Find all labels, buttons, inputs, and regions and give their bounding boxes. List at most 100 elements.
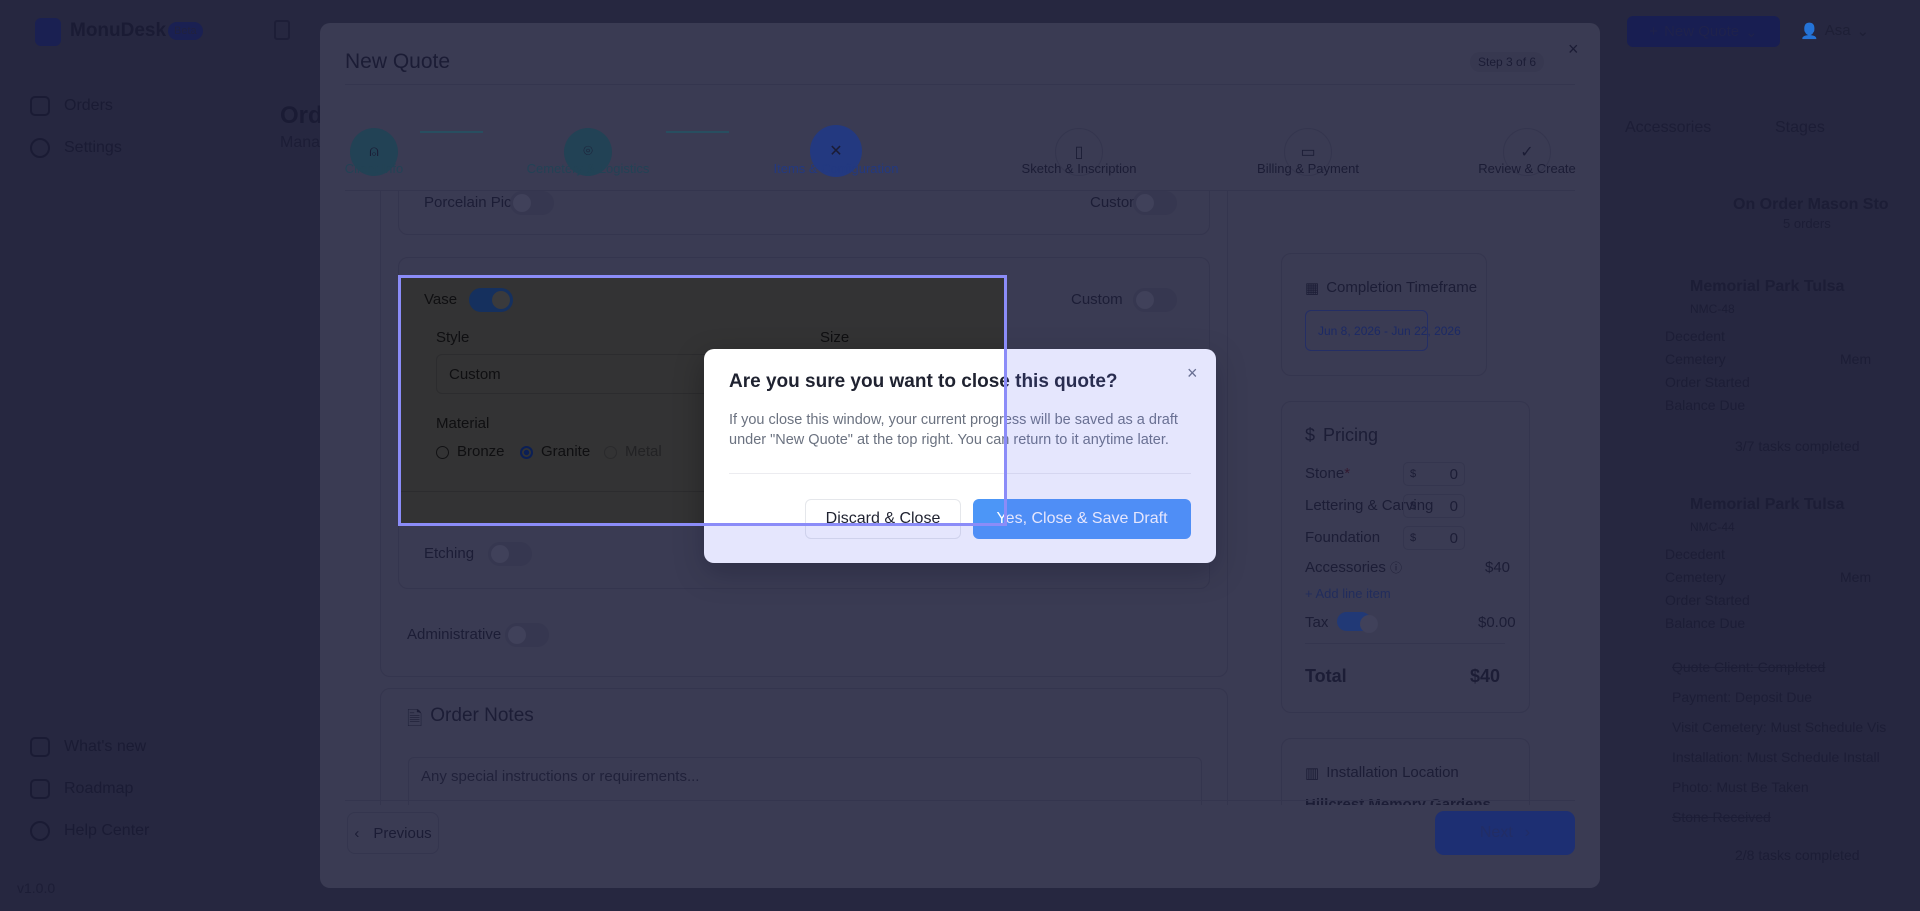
field-label: Decedent	[1665, 328, 1725, 344]
check-circle-icon: ✓	[1520, 144, 1534, 161]
field-label: Balance Due	[1665, 615, 1746, 631]
confirm-close-dialog: Are you sure you want to close this quot…	[704, 349, 1216, 563]
foundation-label: Foundation	[1305, 529, 1381, 546]
divider	[729, 473, 1191, 474]
sidebar-item-orders[interactable]: Orders	[30, 96, 113, 116]
modal-title: New Quote	[345, 50, 451, 73]
calendar-icon: ▦	[1305, 280, 1320, 297]
save-draft-button[interactable]: Yes, Close & Save Draft	[973, 499, 1191, 539]
task-item[interactable]: Visit Cemetery: Must Schedule Vis	[1672, 719, 1886, 735]
user-icon: 👤	[1800, 23, 1819, 40]
tax-toggle[interactable]	[1337, 612, 1378, 633]
field-label: Balance Due	[1665, 397, 1746, 413]
file-text-icon: 🗎	[407, 709, 423, 730]
new-quote-button[interactable]: + New Quote ⌄	[1627, 16, 1780, 47]
total-label: Total	[1305, 666, 1347, 686]
material-bronze-radio[interactable]	[436, 446, 449, 459]
beta-badge: Beta	[168, 22, 203, 40]
divider	[345, 800, 1575, 801]
lettering-price-input[interactable]: $0	[1403, 494, 1465, 518]
discard-close-button[interactable]: Discard & Close	[805, 499, 961, 539]
app-logo	[35, 18, 61, 46]
sidebar-toggle-icon[interactable]	[274, 20, 290, 40]
column-count: 5 orders	[1783, 216, 1831, 231]
tab-accessories[interactable]: Accessories	[1625, 119, 1711, 137]
order-notes-textarea[interactable]: Any special instructions or requirements…	[408, 757, 1202, 805]
plus-icon: +	[1649, 23, 1659, 40]
tax-label: Tax	[1305, 614, 1329, 631]
cart-icon	[30, 96, 50, 116]
next-button[interactable]: Next ›	[1435, 811, 1575, 855]
tasks-progress: 3/7 tasks completed	[1735, 438, 1860, 454]
add-line-item-link[interactable]: + Add line item	[1305, 586, 1391, 601]
accessories-label: Accessories ⓘ	[1305, 559, 1403, 576]
task-item[interactable]: Quote Client: Completed	[1672, 659, 1825, 675]
tasks-progress: 2/8 tasks completed	[1735, 847, 1860, 863]
card-id: NMC-44	[1690, 520, 1735, 534]
placeholder: Any special instructions or requirements…	[421, 768, 700, 785]
timeframe-title: ▦ Completion Timeframe	[1305, 279, 1478, 297]
step-connector	[666, 131, 729, 133]
foundation-price-input[interactable]: $0	[1403, 526, 1465, 550]
order-notes-title: 🗎 Order Notes	[407, 705, 534, 737]
credit-card-icon: ▭	[1300, 144, 1316, 161]
vase-label: Vase	[424, 291, 458, 308]
task-item[interactable]: Stone Received	[1672, 809, 1771, 825]
tools-icon: ✕	[829, 143, 843, 160]
sidebar-item-help-center[interactable]: Help Center	[30, 821, 149, 841]
step-label: Sketch & Inscription	[1021, 161, 1137, 176]
task-item[interactable]: Installation: Must Schedule Install	[1672, 749, 1880, 765]
tab-stages[interactable]: Stages	[1775, 119, 1825, 137]
etching-label: Etching	[424, 545, 475, 562]
material-label: Material	[436, 415, 490, 432]
sidebar-item-whats-new[interactable]: What's new	[30, 737, 146, 757]
gear-icon	[30, 138, 50, 158]
timeframe-value: Jun 8, 2026 - Jun 22, 2026	[1318, 323, 1461, 338]
building-icon: ▥	[1305, 765, 1320, 782]
material-option: Metal	[625, 443, 662, 460]
timeframe-chip[interactable]: Jun 8, 2026 - Jun 22, 2026	[1305, 310, 1461, 351]
admin-fee-toggle[interactable]	[505, 623, 549, 647]
chevron-down-icon: ⌄	[1856, 23, 1870, 40]
dialog-body: If you close this window, your current p…	[729, 412, 1178, 448]
chevron-left-icon: ‹	[354, 824, 360, 842]
material-metal-radio[interactable]	[604, 446, 617, 459]
sidebar-item-roadmap[interactable]: Roadmap	[30, 779, 133, 799]
tax-value: $0.00	[1478, 614, 1516, 631]
sparkles-icon	[30, 737, 50, 757]
app-name: MonuDesk	[70, 20, 167, 41]
help-circle-icon: ⓘ	[1390, 561, 1403, 575]
field-label: Decedent	[1665, 546, 1725, 562]
card-title: Memorial Park Tulsa	[1690, 496, 1845, 513]
close-icon[interactable]: ×	[1568, 39, 1579, 60]
dialog-title: Are you sure you want to close this quot…	[729, 371, 1118, 392]
etching-toggle[interactable]	[488, 542, 532, 566]
material-granite-radio[interactable]	[520, 446, 533, 459]
dollar-icon: $	[1305, 425, 1316, 445]
card-id: NMC-48	[1690, 302, 1735, 316]
field-label: Order Started	[1665, 374, 1750, 390]
stone-price-input[interactable]: $0	[1403, 462, 1465, 486]
vase-toggle[interactable]	[469, 288, 513, 312]
version-label: v1.0.0	[17, 880, 56, 896]
help-circle-icon	[30, 821, 50, 841]
material-option: Granite	[541, 443, 591, 460]
divider	[1305, 643, 1505, 644]
porcelain-custom-toggle[interactable]	[1133, 191, 1177, 215]
close-icon[interactable]: ×	[1187, 363, 1198, 384]
sidebar-item-settings[interactable]: Settings	[30, 138, 122, 158]
field-label: Cemetery	[1665, 569, 1726, 585]
field-value: Mem	[1840, 351, 1872, 367]
map-pin-icon: ⌾	[583, 143, 593, 160]
porcelain-toggle[interactable]	[510, 191, 554, 215]
vase-custom-toggle[interactable]	[1133, 288, 1177, 312]
location-title: ▥ Installation Location	[1305, 764, 1459, 782]
step-label: Items & Configuration	[773, 161, 899, 176]
task-item[interactable]: Photo: Must Be Taken	[1672, 779, 1809, 795]
material-option: Bronze	[457, 443, 505, 460]
task-item[interactable]: Payment: Deposit Due	[1672, 689, 1812, 705]
size-label: Size	[820, 329, 850, 346]
user-menu[interactable]: 👤 Asa ⌄	[1800, 22, 1869, 40]
step-connector	[420, 131, 483, 133]
previous-button[interactable]: ‹ Previous	[347, 812, 439, 854]
